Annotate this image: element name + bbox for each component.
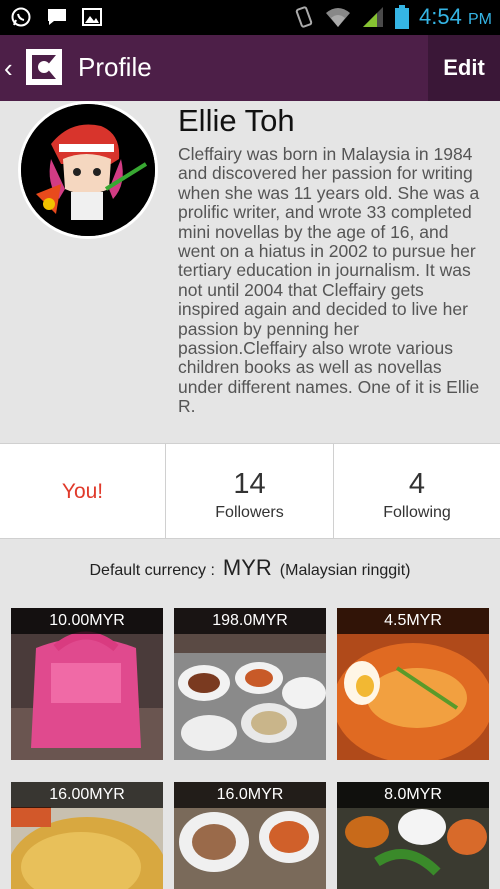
item-price: 16.0MYR [174, 782, 326, 808]
following-tab[interactable]: 4 Following [334, 444, 500, 538]
currency-row: Default currency : MYR (Malaysian ringgit) [0, 555, 500, 581]
edit-button[interactable]: Edit [428, 35, 500, 101]
item-tile[interactable]: 10.00MYR [11, 608, 163, 760]
whatsapp-icon [11, 7, 31, 27]
item-price: 10.00MYR [11, 608, 163, 634]
wifi-icon [326, 8, 351, 27]
item-tile[interactable]: 8.0MYR [337, 782, 489, 889]
signal-icon [363, 7, 384, 27]
currency-label: Default currency : [89, 562, 215, 579]
item-price: 16.00MYR [11, 782, 163, 808]
gallery-icon [82, 8, 102, 26]
clock: 4:54 PM [419, 4, 492, 29]
profile-header: Ellie Toh Cleffairy was born in Malaysia… [0, 101, 500, 443]
item-tile[interactable]: 198.0MYR [174, 608, 326, 760]
back-icon[interactable]: ‹ [4, 53, 13, 84]
followers-count: 14 [233, 468, 266, 500]
item-price: 8.0MYR [337, 782, 489, 808]
status-bar: 4:54 PM [0, 0, 500, 35]
you-tab[interactable]: You! [0, 444, 166, 538]
following-count: 4 [408, 468, 426, 500]
message-icon [48, 9, 66, 25]
item-price: 4.5MYR [337, 608, 489, 634]
followers-tab[interactable]: 14 Followers [166, 444, 334, 538]
item-tile[interactable]: 16.0MYR [174, 782, 326, 889]
app-logo-icon[interactable] [26, 49, 62, 85]
currency-name: (Malaysian ringgit) [279, 562, 411, 579]
following-label: Following [383, 504, 451, 521]
item-price: 198.0MYR [174, 608, 326, 634]
stats-bar: You! 14 Followers 4 Following [0, 443, 500, 539]
action-bar: ‹ Profile Edit [0, 35, 500, 101]
profile-bio: Cleffairy was born in Malaysia in 1984 a… [178, 144, 480, 417]
page-title: Profile [78, 52, 152, 82]
item-tile[interactable]: 16.00MYR [11, 782, 163, 889]
you-label: You! [61, 480, 104, 503]
item-tile[interactable]: 4.5MYR [337, 608, 489, 760]
profile-name: Ellie Toh [178, 103, 295, 138]
avatar [18, 101, 158, 239]
battery-icon [395, 5, 410, 29]
followers-label: Followers [215, 504, 284, 521]
vibrate-icon [295, 6, 313, 28]
currency-code: MYR [222, 555, 272, 580]
